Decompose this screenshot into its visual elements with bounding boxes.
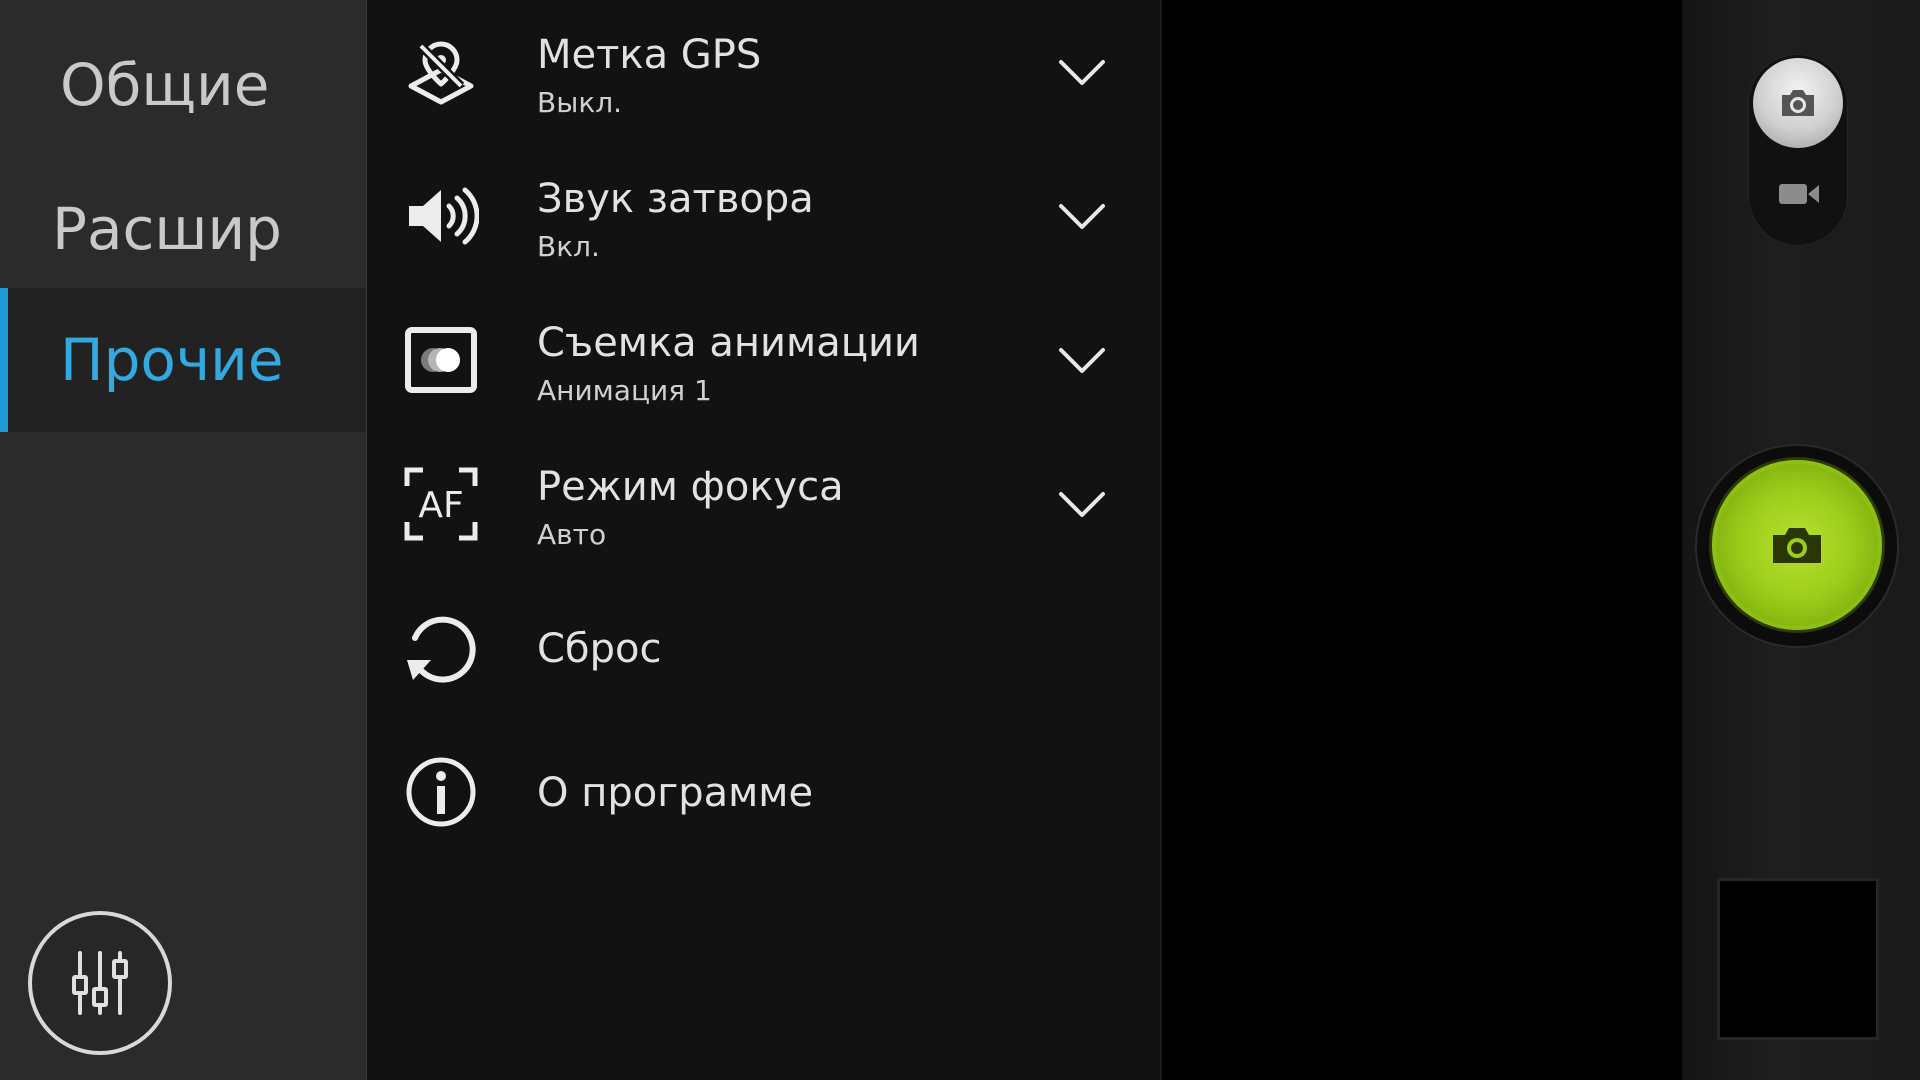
setting-title: Режим фокуса [537, 464, 844, 510]
setting-title: Звук затвора [537, 176, 814, 222]
setting-reset[interactable]: Сброс [367, 576, 1162, 720]
animation-icon [403, 322, 479, 398]
camera-mode-icon [1782, 90, 1814, 116]
tab-advanced[interactable]: Расшир [0, 158, 367, 300]
camera-settings-screen: Общие Расшир Прочие Метка GPS Выкл. Звук… [0, 0, 1920, 1080]
tab-advanced-label: Расшир [52, 195, 282, 263]
photo-mode-button[interactable] [1753, 58, 1843, 148]
settings-tab-column: Общие Расшир Прочие [0, 0, 367, 1080]
video-mode-icon [1779, 184, 1819, 204]
shutter-camera-icon [1773, 528, 1821, 563]
info-icon [403, 754, 479, 830]
setting-title: Съемка анимации [537, 320, 920, 366]
settings-sliders-icon [72, 951, 128, 1015]
setting-gps-tag[interactable]: Метка GPS Выкл. [367, 0, 1162, 144]
tab-other-label: Прочие [60, 326, 284, 394]
chevron-down-icon[interactable] [1058, 345, 1106, 375]
chevron-down-icon[interactable] [1058, 201, 1106, 231]
setting-value: Анимация 1 [537, 374, 712, 407]
setting-title: Сброс [537, 626, 662, 672]
setting-title: О программе [537, 770, 814, 816]
setting-animation-capture[interactable]: Съемка анимации Анимация 1 [367, 288, 1162, 432]
setting-shutter-sound[interactable]: Звук затвора Вкл. [367, 144, 1162, 288]
af-focus-icon: AF [403, 466, 479, 542]
setting-title: Метка GPS [537, 32, 762, 78]
setting-value: Выкл. [537, 86, 623, 119]
setting-value: Авто [537, 518, 607, 551]
reset-icon [403, 610, 479, 686]
tab-general-label: Общие [60, 51, 270, 119]
camera-viewfinder[interactable] [1162, 0, 1682, 1080]
chevron-down-icon[interactable] [1058, 489, 1106, 519]
speaker-icon [403, 178, 479, 254]
shutter-button[interactable] [1712, 460, 1882, 630]
settings-list: Метка GPS Выкл. Звук затвора Вкл. Съемка… [367, 0, 1162, 1080]
svg-text:AF: AF [418, 485, 463, 526]
setting-focus-mode[interactable]: AF Режим фокуса Авто [367, 432, 1162, 576]
settings-sliders-button[interactable] [28, 911, 172, 1055]
setting-about[interactable]: О программе [367, 720, 1162, 864]
video-mode-button[interactable] [1776, 176, 1822, 212]
gps-tag-icon [403, 34, 479, 110]
tab-other[interactable]: Прочие [0, 288, 367, 432]
chevron-down-icon[interactable] [1058, 57, 1106, 87]
tab-general[interactable]: Общие [0, 14, 367, 156]
gallery-thumbnail[interactable] [1720, 881, 1876, 1037]
setting-value: Вкл. [537, 230, 600, 263]
